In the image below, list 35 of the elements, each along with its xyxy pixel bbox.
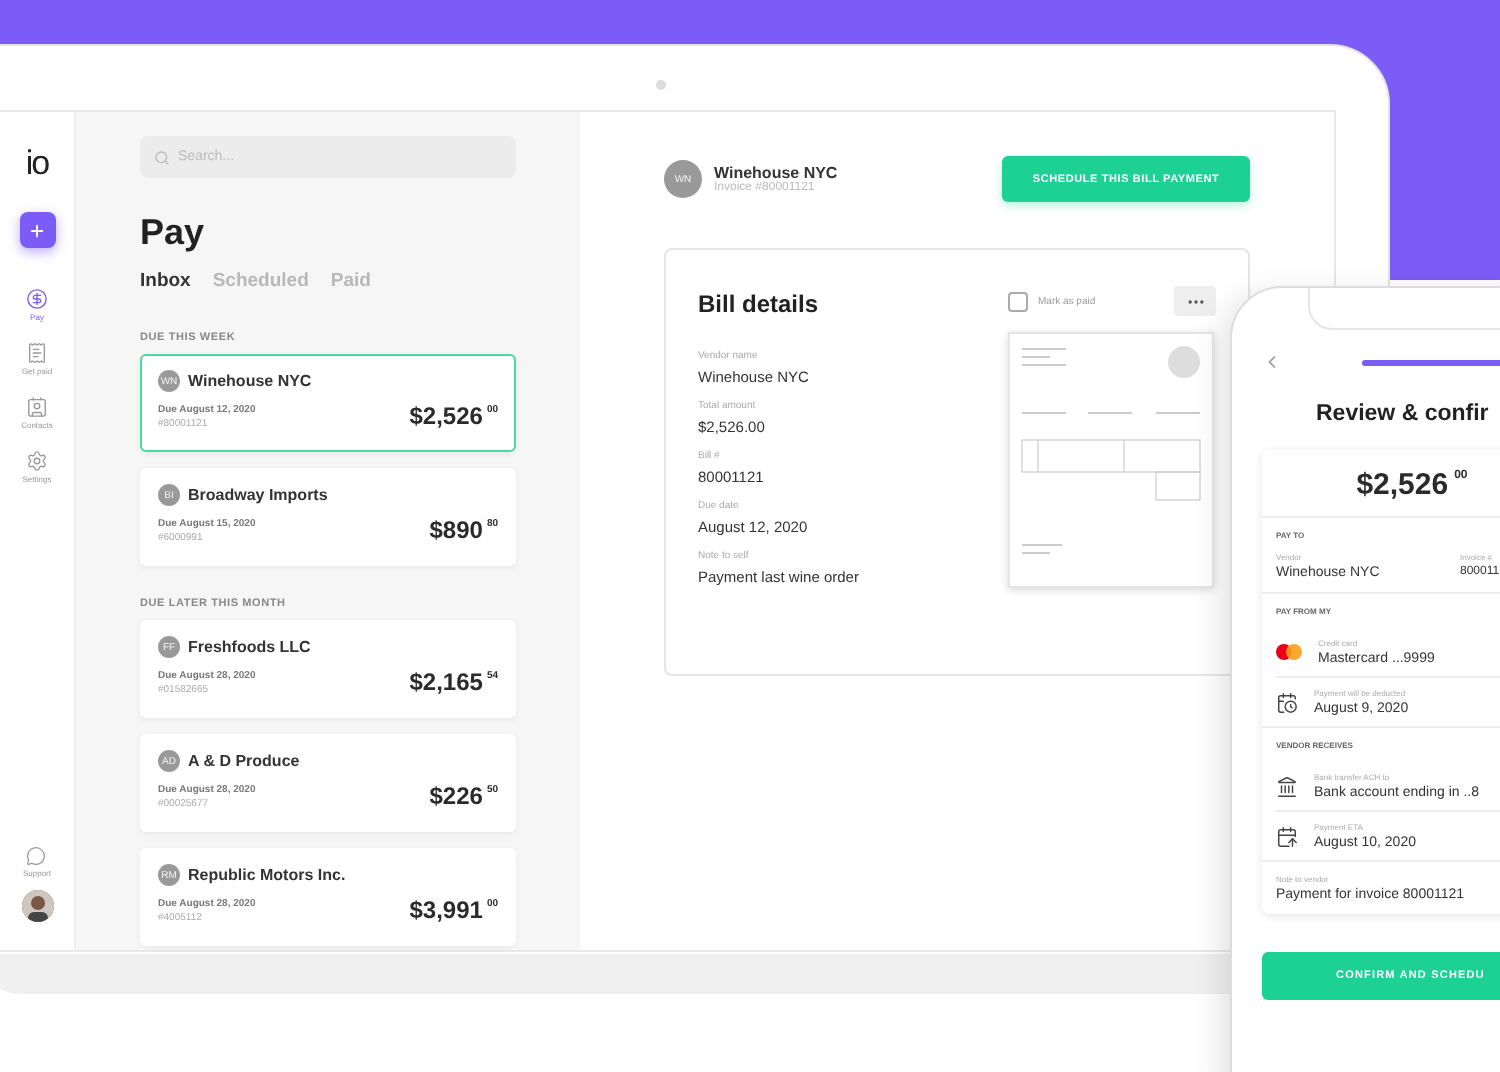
chat-icon [26,846,47,866]
vendor-name: A & D Produce [188,752,300,770]
vendor-name: Republic Motors Inc. [188,866,346,884]
vendor-name: Freshfoods LLC [188,638,311,656]
bill-amount: $2,165 [409,668,483,696]
bill-amount: $2,526 [409,402,483,430]
dollar-icon [26,288,48,310]
tab[interactable]: Scheduled [212,270,309,292]
app-logo: io [25,144,49,184]
card-brand-icon [1276,644,1302,660]
tab[interactable]: Inbox [140,270,191,292]
search-icon [154,149,170,165]
more-button[interactable] [1174,286,1216,316]
vendor-name: Broadway Imports [188,486,328,504]
settings-icon [25,450,48,472]
bill-amount: $3,991 [409,896,483,924]
progress-bar [1362,359,1500,365]
payment-amount: $2,526 [1356,468,1449,502]
vendor-name: Winehouse NYC [714,164,838,182]
page-title: Pay [140,212,207,254]
bank-icon [1276,775,1298,797]
screen-title: Review & confir [1316,402,1489,426]
plus-icon [28,221,46,239]
calendar-icon [1276,825,1298,847]
contact-icon [25,396,48,418]
receipt-icon [26,342,48,364]
card-title: Bill details [698,290,821,318]
calendar-clock-icon [1276,691,1298,713]
user-avatar[interactable] [21,890,53,922]
checkbox[interactable] [1008,291,1028,311]
bill-amount: $226 [429,782,483,810]
vendor-name: Winehouse NYC [188,372,312,390]
bill-amount: $890 [429,516,483,544]
add-button[interactable] [19,212,55,248]
tab[interactable]: Paid [330,270,371,292]
